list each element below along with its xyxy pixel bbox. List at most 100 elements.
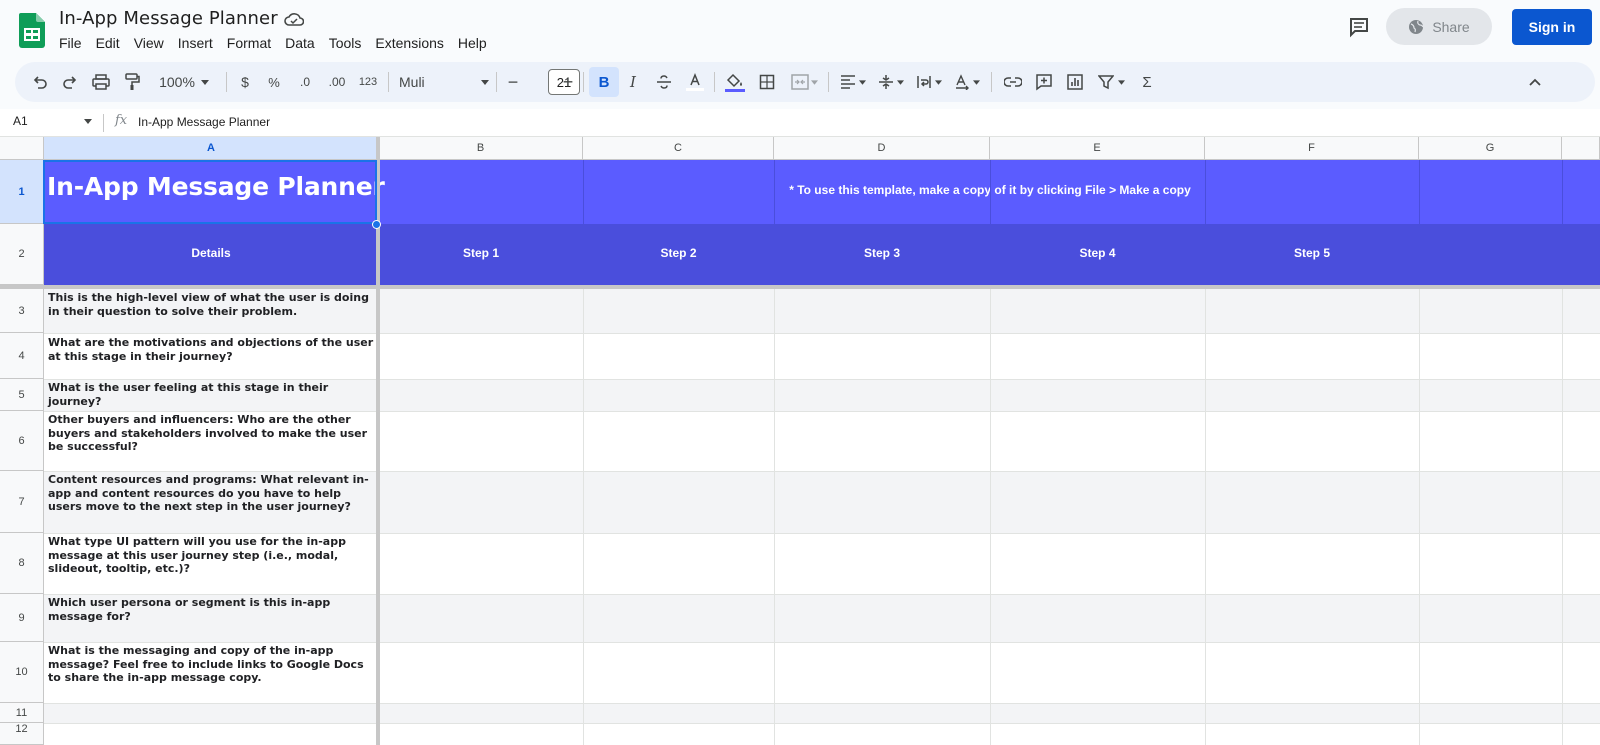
cloud-saved-icon[interactable] [284,11,304,27]
step-3-header[interactable]: Step 3 [774,246,990,260]
vertical-align-icon[interactable] [875,62,907,102]
column-header-a[interactable]: A [44,137,379,160]
text-wrapping-icon[interactable] [913,62,945,102]
row-header-3[interactable]: 3 [0,289,44,333]
font-select[interactable]: Muli [399,62,489,102]
menu-data[interactable]: Data [278,34,322,52]
menu-help[interactable]: Help [451,34,494,52]
globe-icon [1409,19,1424,34]
row-header-7[interactable]: 7 [0,471,44,533]
row-header-9[interactable]: 9 [0,594,44,642]
sheets-logo-icon[interactable] [19,13,45,48]
step-5-header[interactable]: Step 5 [1205,246,1419,260]
insert-comment-icon[interactable] [1032,62,1056,102]
gridline [44,594,1600,595]
currency-format-button[interactable]: $ [236,62,254,102]
undo-icon[interactable] [29,62,51,102]
filter-icon[interactable] [1094,62,1128,102]
increase-decimal-button[interactable]: .00 [325,62,349,102]
app-header: In-App Message Planner File Edit View In… [0,0,1600,60]
band-divider [1205,160,1206,285]
question-cell-a4[interactable]: What are the motivations and objections … [48,336,376,363]
comment-history-icon[interactable] [1348,16,1370,38]
sign-in-button[interactable]: Sign in [1512,9,1592,45]
toolbar-divider [226,72,227,92]
print-icon[interactable] [90,62,112,102]
chevron-down-icon[interactable] [84,119,92,124]
question-cell-a9[interactable]: Which user persona or segment is this in… [48,596,376,623]
question-cell-a8[interactable]: What type UI pattern will you use for th… [48,535,376,576]
row-header-5[interactable]: 5 [0,379,44,411]
row-header-10[interactable]: 10 [0,642,44,703]
collapse-toolbar-icon[interactable] [1523,62,1547,102]
paint-format-icon[interactable] [121,62,143,102]
menu-format[interactable]: Format [220,34,278,52]
row-header-8[interactable]: 8 [0,533,44,594]
gridline [44,333,1600,334]
frozen-row-divider[interactable] [0,285,1600,289]
zoom-select[interactable]: 100% [153,62,215,102]
more-formats-button[interactable]: 123 [357,62,379,102]
column-header-d[interactable]: D [774,137,990,160]
details-header[interactable]: Details [44,246,378,260]
question-cell-a10[interactable]: What is the messaging and copy of the in… [48,644,376,685]
text-rotation-icon[interactable] [951,62,983,102]
share-button[interactable]: Share [1386,8,1492,45]
formula-input[interactable]: In-App Message Planner [138,115,270,129]
step-1-header[interactable]: Step 1 [379,246,583,260]
column-header-e[interactable]: E [990,137,1205,160]
merge-cells-icon[interactable] [787,62,821,102]
formula-bar: A1 fx In-App Message Planner [0,109,1600,137]
fill-handle[interactable] [372,220,381,229]
row-header-12[interactable]: 12 [0,723,44,745]
row-header-6[interactable]: 6 [0,411,44,471]
band-divider [583,160,584,285]
horizontal-align-icon[interactable] [837,62,869,102]
insert-chart-icon[interactable] [1063,62,1087,102]
strikethrough-icon[interactable] [653,62,675,102]
toolbar-divider [496,72,497,92]
increase-font-size-button[interactable]: + [560,62,576,102]
question-cell-a7[interactable]: Content resources and programs: What rel… [48,473,376,514]
select-all-corner[interactable] [0,137,44,160]
menu-tools[interactable]: Tools [322,34,369,52]
step-2-header[interactable]: Step 2 [583,246,774,260]
formula-divider [103,114,104,132]
menu-bar: File Edit View Insert Format Data Tools … [52,34,494,52]
italic-button[interactable]: I [623,62,643,102]
redo-icon[interactable] [59,62,81,102]
fill-color-icon[interactable] [722,62,748,102]
menu-view[interactable]: View [127,34,171,52]
menu-extensions[interactable]: Extensions [368,34,450,52]
step-4-header[interactable]: Step 4 [990,246,1205,260]
row-header-2[interactable]: 2 [0,224,44,285]
question-cell-a6[interactable]: Other buyers and influencers: Who are th… [48,413,376,454]
decrease-font-size-button[interactable]: − [505,62,521,102]
functions-icon[interactable]: Σ [1137,62,1157,102]
column-header-b[interactable]: B [379,137,583,160]
question-cell-a5[interactable]: What is the user feeling at this stage i… [48,381,376,408]
gridline [44,533,1600,534]
borders-icon[interactable] [756,62,778,102]
column-header-f[interactable]: F [1205,137,1419,160]
gridline [44,642,1600,643]
menu-file[interactable]: File [52,34,89,52]
decrease-decimal-button[interactable]: .0 [294,62,316,102]
name-box[interactable]: A1 [13,114,28,128]
row-header-1[interactable]: 1 [0,160,44,224]
document-title[interactable]: In-App Message Planner [59,8,278,29]
column-header-h[interactable] [1562,137,1600,160]
question-cell-a3[interactable]: This is the high-level view of what the … [48,291,376,318]
text-color-icon[interactable] [683,62,707,102]
row-header-11[interactable]: 11 [0,703,44,723]
column-header-c[interactable]: C [583,137,774,160]
menu-edit[interactable]: Edit [89,34,127,52]
toolbar-divider [828,72,829,92]
chevron-down-icon [481,79,489,85]
menu-insert[interactable]: Insert [171,34,220,52]
percent-format-button[interactable]: % [265,62,283,102]
row-header-4[interactable]: 4 [0,333,44,379]
bold-button[interactable]: B [589,67,619,97]
column-header-g[interactable]: G [1419,137,1562,160]
insert-link-icon[interactable] [1001,62,1025,102]
